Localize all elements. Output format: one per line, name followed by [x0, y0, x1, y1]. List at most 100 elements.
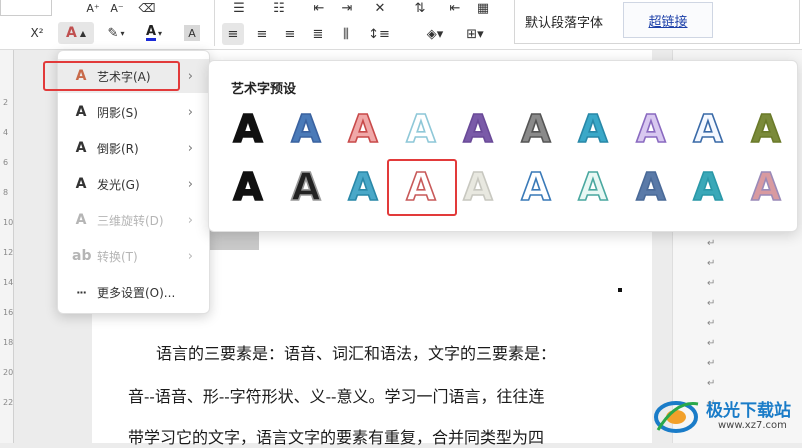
- distributed-align-icon[interactable]: ⫼: [336, 24, 356, 44]
- menu-item-wordart[interactable]: A 艺术字(A) ›: [43, 59, 209, 93]
- align-right-icon[interactable]: ≡: [280, 24, 300, 44]
- character-shading-button[interactable]: A: [184, 25, 200, 41]
- style-default-paragraph-font[interactable]: 默认段落字体: [525, 12, 603, 31]
- wordart-preset[interactable]: A: [624, 103, 678, 153]
- chinese-layout-icon[interactable]: ✕: [368, 0, 392, 16]
- menu-item-reflection[interactable]: A 倒影(R) ›: [58, 131, 209, 165]
- numbered-list-icon[interactable]: ☷: [268, 0, 290, 16]
- wordart-preset[interactable]: A: [451, 161, 505, 211]
- wordart-preset[interactable]: A: [566, 103, 620, 153]
- align-left-icon[interactable]: ≡: [222, 23, 244, 45]
- shading-icon[interactable]: ◈▾: [420, 24, 450, 44]
- menu-item-label: 阴影(S): [97, 105, 138, 120]
- font-size-decrease-button[interactable]: A⁻: [108, 0, 126, 16]
- paragraph-mark-icon: ↵: [707, 298, 716, 309]
- menu-item-more[interactable]: ··· 更多设置(O)...: [58, 275, 209, 309]
- watermark-url: www.xz7.com: [718, 420, 787, 431]
- paragraph-mark-icon: ↵: [707, 258, 716, 269]
- menu-item-transform[interactable]: ab 转换(T) ›: [58, 239, 209, 273]
- table-grid-icon[interactable]: ▦: [474, 0, 492, 16]
- menu-item-label: 三维旋转(D): [97, 213, 164, 228]
- ribbon-toolbar: A⁺ A⁻ ⌫ X² A ▲ ✎ ▾ A ▾ A ☰ ☷ ⇤ ⇥ ✕ ⇅ ⇤ ▦…: [0, 0, 802, 50]
- svg-text:A: A: [751, 165, 781, 209]
- svg-text:A: A: [233, 165, 263, 209]
- wordart-preset[interactable]: A: [509, 161, 563, 211]
- wordart-preset[interactable]: A: [681, 103, 735, 153]
- increase-indent-icon[interactable]: ⇥: [338, 0, 356, 16]
- paragraph-mark-icon: ↵: [707, 238, 716, 249]
- text-cursor-marker: [618, 288, 622, 292]
- decrease-indent-icon[interactable]: ⇤: [310, 0, 328, 16]
- font-size-increase-button[interactable]: A⁺: [84, 0, 102, 16]
- wordart-preset-glyph-icon: A: [692, 164, 724, 210]
- wordart-preset-glyph-icon: A: [290, 106, 322, 152]
- paragraph-mark-icon: ↵: [707, 318, 716, 329]
- wordart-preset[interactable]: A: [394, 103, 448, 153]
- chevron-right-icon: ›: [187, 248, 193, 264]
- menu-item-label: 转换(T): [97, 249, 138, 264]
- wordart-preset-glyph-icon: A: [347, 106, 379, 152]
- wordart-preset[interactable]: A: [221, 161, 275, 211]
- wordart-preset-glyph-icon: A: [232, 164, 264, 210]
- svg-text:A: A: [406, 107, 436, 151]
- highlight-color-button[interactable]: ✎ ▾: [102, 22, 130, 44]
- ruler-number: 18: [3, 338, 14, 347]
- wordart-preset[interactable]: A: [739, 161, 793, 211]
- svg-text:A: A: [463, 165, 493, 209]
- paragraph-mark-icon: ↵: [707, 338, 716, 349]
- paragraph-line: 带学习它的文字，语言文字的要素有重复，合并同类型为四: [128, 428, 545, 447]
- text-effects-menu: A 艺术字(A) › A 阴影(S) › A 倒影(R) › A 发光(G) › A 三维旋转(D) › ab…: [43, 50, 210, 314]
- reflection-icon: A: [75, 140, 87, 156]
- svg-text:A: A: [348, 165, 378, 209]
- style-hyperlink[interactable]: 超链接: [623, 2, 713, 38]
- menu-item-3d-rotate[interactable]: A 三维旋转(D) ›: [58, 203, 209, 237]
- wordart-presets-panel: 艺术字预设 AAAAAAAAAAAAAAAAAAAA: [208, 60, 798, 232]
- wordart-preset-glyph-icon: A: [462, 106, 494, 152]
- wordart-preset[interactable]: A: [681, 161, 735, 211]
- wordart-preset[interactable]: A: [451, 103, 505, 153]
- sort-icon[interactable]: ⇅: [410, 0, 430, 16]
- wordart-preset[interactable]: A: [279, 161, 333, 211]
- wordart-preset-glyph-icon: A: [692, 106, 724, 152]
- wordart-preset[interactable]: A: [566, 161, 620, 211]
- menu-item-glow[interactable]: A 发光(G) ›: [58, 167, 209, 201]
- svg-text:A: A: [578, 107, 608, 151]
- chevron-down-icon: ▾: [120, 28, 125, 38]
- svg-text:A: A: [636, 165, 666, 209]
- ruler-number: 8: [3, 188, 9, 197]
- bullet-list-icon[interactable]: ☰: [228, 0, 250, 16]
- wordart-preset-glyph-icon: A: [750, 164, 782, 210]
- svg-text:A: A: [291, 107, 321, 151]
- align-center-icon[interactable]: ≡: [252, 24, 272, 44]
- font-size-dropdown[interactable]: [0, 0, 52, 16]
- wordart-preset[interactable]: A: [336, 103, 390, 153]
- show-marks-icon[interactable]: ⇤: [446, 0, 464, 16]
- wordart-presets-title: 艺术字预设: [231, 82, 297, 97]
- ruler-number: 20: [3, 368, 14, 377]
- paragraph-line: 音--语音、形--字符形状、义--意义。学习一门语言，往往连: [128, 387, 545, 406]
- wordart-preset[interactable]: A: [336, 161, 390, 211]
- svg-text:A: A: [636, 107, 666, 151]
- wordart-preset[interactable]: A: [279, 103, 333, 153]
- wordart-item-highlight: [43, 61, 180, 91]
- borders-icon[interactable]: ⊞▾: [460, 24, 490, 44]
- menu-item-label: 更多设置(O)...: [97, 285, 176, 300]
- glow-icon: A: [75, 176, 87, 192]
- justify-icon[interactable]: ≣: [308, 24, 328, 44]
- text-effects-button[interactable]: A ▲: [58, 22, 94, 44]
- clear-format-icon[interactable]: ⌫: [138, 0, 156, 16]
- line-spacing-icon[interactable]: ↕≡: [364, 24, 394, 44]
- wordart-preset[interactable]: A: [509, 103, 563, 153]
- svg-text:A: A: [291, 165, 321, 209]
- font-color-button[interactable]: A ▾: [140, 22, 168, 44]
- wordart-preset-glyph-icon: A: [635, 164, 667, 210]
- wordart-preset[interactable]: A: [624, 161, 678, 211]
- superscript-button[interactable]: X²: [22, 24, 52, 42]
- wordart-preset[interactable]: A: [739, 103, 793, 153]
- chevron-down-icon: ▲: [79, 28, 86, 38]
- menu-item-shadow[interactable]: A 阴影(S) ›: [58, 95, 209, 129]
- svg-text:A: A: [693, 165, 723, 209]
- transform-icon: ab: [72, 248, 92, 264]
- wordart-preset[interactable]: A: [221, 103, 275, 153]
- svg-text:A: A: [578, 165, 608, 209]
